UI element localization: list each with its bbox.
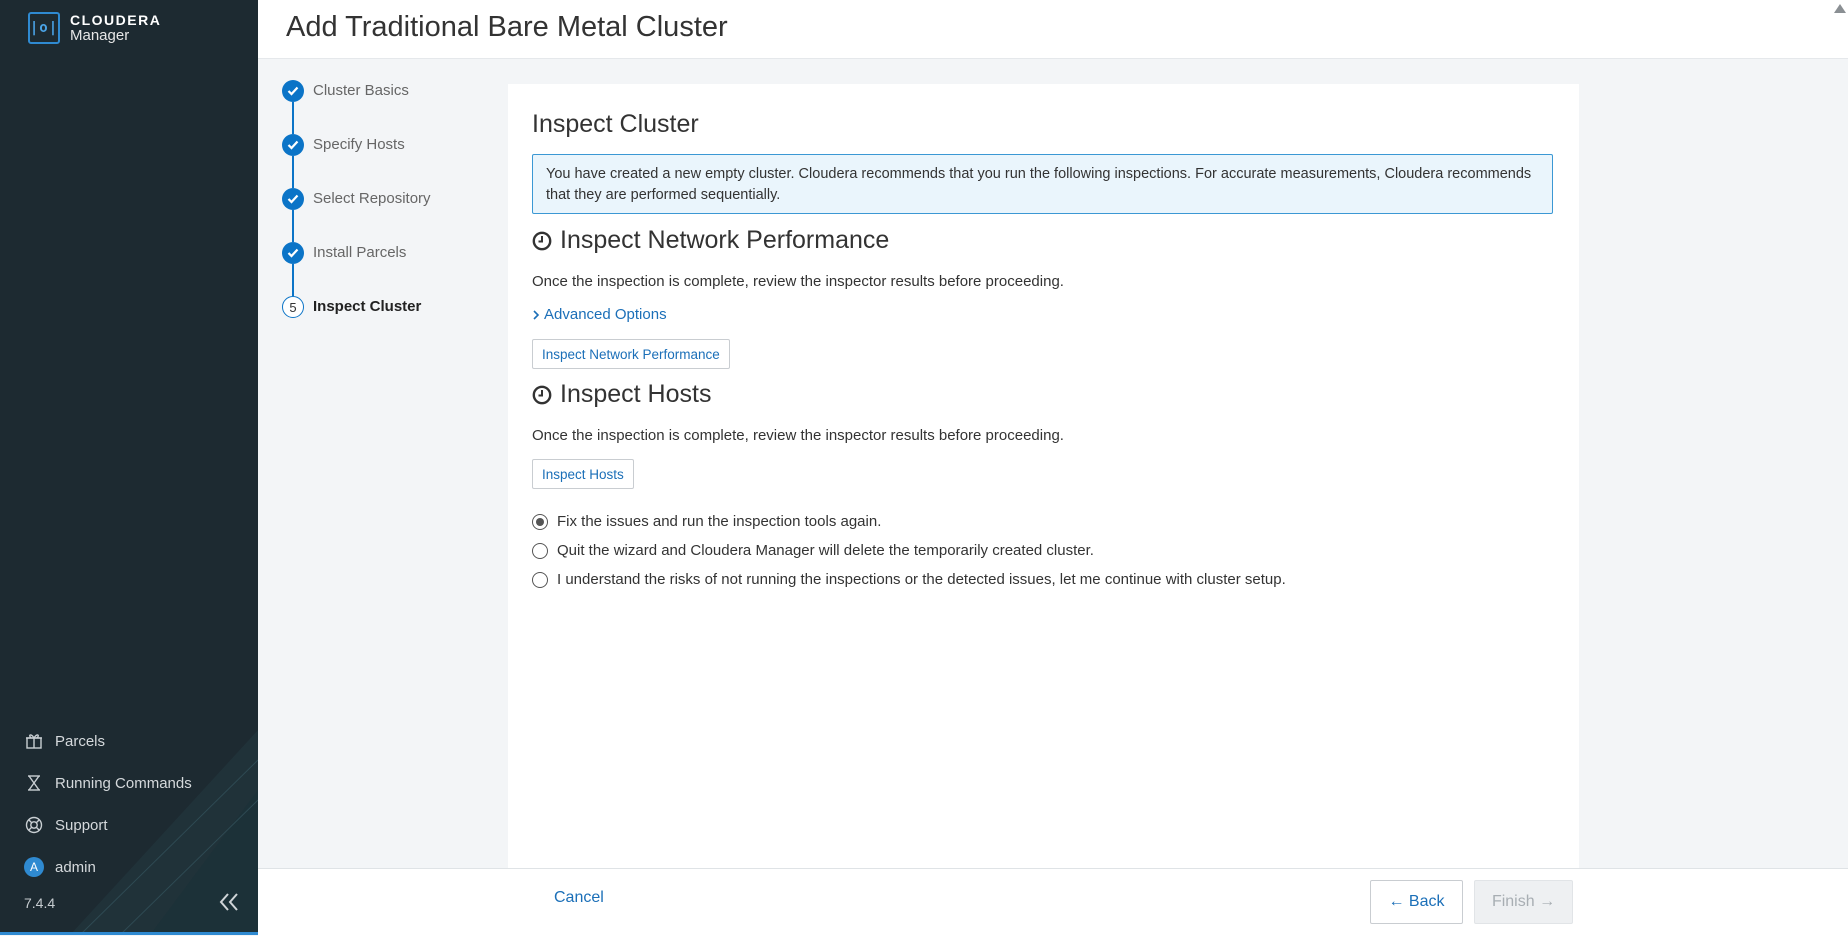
- clock-icon: [532, 385, 552, 404]
- collapse-sidebar-button[interactable]: [216, 890, 242, 914]
- radio-label: I understand the risks of not running th…: [557, 571, 1286, 588]
- step-connector: [292, 102, 294, 134]
- sidebar-nav: Parcels Running Commands Support A admin: [24, 720, 192, 888]
- hosts-inspection-description: Once the inspection is complete, review …: [532, 427, 1064, 444]
- wizard-step-cluster-basics[interactable]: Cluster Basics: [282, 80, 431, 134]
- radio-button[interactable]: [532, 542, 548, 559]
- sidebar-item-label: Parcels: [55, 732, 106, 750]
- sidebar-item-parcels[interactable]: Parcels: [24, 720, 192, 762]
- step-connector: [292, 264, 294, 296]
- page-title: Add Traditional Bare Metal Cluster: [286, 11, 728, 43]
- wizard-step-install-parcels[interactable]: Install Parcels: [282, 242, 431, 296]
- sidebar-item-label: Running Commands: [55, 774, 192, 792]
- inspect-hosts-button[interactable]: Inspect Hosts: [532, 459, 634, 489]
- check-circle-icon: [282, 134, 304, 156]
- radio-button[interactable]: [532, 513, 548, 530]
- radio-button[interactable]: [532, 571, 548, 588]
- advanced-options-label: Advanced Options: [544, 306, 667, 323]
- check-circle-icon: [282, 80, 304, 102]
- product-name: Manager: [70, 27, 130, 44]
- sidebar-item-support[interactable]: Support: [24, 804, 192, 846]
- wizard-step-inspect-cluster[interactable]: 5 Inspect Cluster: [282, 296, 431, 350]
- wizard-step-label: Specify Hosts: [313, 136, 405, 153]
- section-title: Inspect Cluster: [532, 110, 699, 138]
- network-inspection-heading: Inspect Network Performance: [532, 226, 889, 255]
- inspect-network-performance-button[interactable]: Inspect Network Performance: [532, 339, 730, 369]
- next-step-radio-group: Fix the issues and run the inspection to…: [532, 507, 1286, 594]
- wizard-footer: Cancel ← Back Finish →: [258, 868, 1848, 936]
- sidebar-item-label: admin: [55, 858, 96, 876]
- main-panel: Inspect Cluster You have created a new e…: [508, 84, 1579, 868]
- version-label: 7.4.4: [24, 895, 56, 911]
- sidebar: |o| CLOUDERA Manager Parcels Running Com…: [0, 0, 258, 935]
- radio-label: Fix the issues and run the inspection to…: [557, 513, 882, 530]
- wizard-step-select-repository[interactable]: Select Repository: [282, 188, 431, 242]
- wizard-step-label: Select Repository: [313, 190, 431, 207]
- radio-label: Quit the wizard and Cloudera Manager wil…: [557, 542, 1094, 559]
- hourglass-icon: [24, 773, 44, 793]
- brand-name: CLOUDERA: [70, 12, 162, 28]
- info-alert: You have created a new empty cluster. Cl…: [532, 154, 1553, 214]
- wizard-step-label: Cluster Basics: [313, 82, 409, 99]
- network-inspection-description: Once the inspection is complete, review …: [532, 273, 1064, 290]
- gift-icon: [24, 731, 44, 751]
- radio-option-fix-issues[interactable]: Fix the issues and run the inspection to…: [532, 507, 1286, 536]
- radio-option-quit-wizard[interactable]: Quit the wizard and Cloudera Manager wil…: [532, 536, 1286, 565]
- wizard-step-label: Install Parcels: [313, 244, 407, 261]
- avatar: A: [24, 857, 44, 877]
- finish-button[interactable]: Finish →: [1474, 880, 1573, 924]
- radio-option-continue-setup[interactable]: I understand the risks of not running th…: [532, 565, 1286, 594]
- network-inspection-title: Inspect Network Performance: [560, 226, 890, 254]
- chevron-right-icon: [533, 309, 540, 320]
- wizard-stepper: Cluster Basics Specify Hosts Select Repo…: [282, 80, 431, 350]
- scroll-up-arrow-icon[interactable]: [1834, 4, 1846, 13]
- lifebuoy-icon: [24, 815, 44, 835]
- check-circle-icon: [282, 242, 304, 264]
- sidebar-item-admin[interactable]: A admin: [24, 846, 192, 888]
- step-connector: [292, 156, 294, 188]
- cloudera-logo-icon: |o|: [28, 12, 60, 44]
- back-button[interactable]: ← Back: [1370, 880, 1463, 924]
- sidebar-item-label: Support: [55, 816, 108, 834]
- check-circle-icon: [282, 188, 304, 210]
- wizard-step-label: Inspect Cluster: [313, 298, 422, 315]
- hosts-inspection-title: Inspect Hosts: [560, 380, 712, 408]
- cancel-button[interactable]: Cancel: [554, 889, 604, 907]
- step-connector: [292, 210, 294, 242]
- sidebar-item-running-commands[interactable]: Running Commands: [24, 762, 192, 804]
- step-number-badge: 5: [282, 296, 304, 318]
- double-chevron-left-icon: [219, 893, 238, 911]
- page-header: Add Traditional Bare Metal Cluster: [258, 0, 1848, 59]
- wizard-step-specify-hosts[interactable]: Specify Hosts: [282, 134, 431, 188]
- app-logo[interactable]: |o| CLOUDERA Manager: [28, 12, 161, 44]
- clock-icon: [532, 231, 552, 250]
- advanced-options-toggle[interactable]: Advanced Options: [532, 306, 667, 323]
- hosts-inspection-heading: Inspect Hosts: [532, 380, 711, 409]
